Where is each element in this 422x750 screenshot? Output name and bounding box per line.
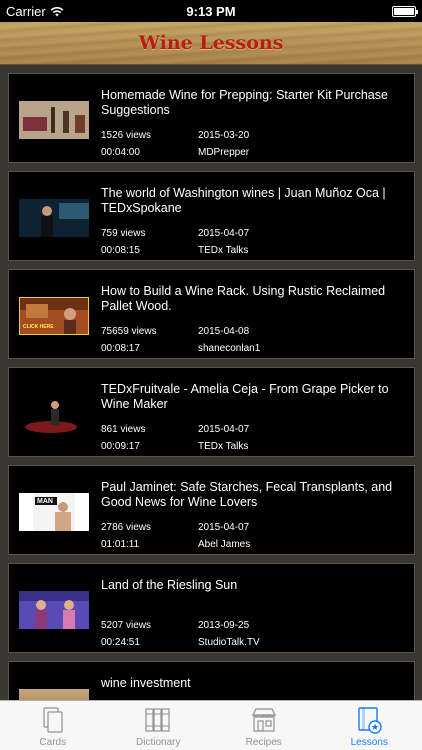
lesson-title: TEDxFruitvale - Amelia Ceja - From Grape… <box>101 382 389 411</box>
lesson-card[interactable]: CLICK HERE How to Build a Wine Rack. Usi… <box>8 269 415 359</box>
thumbnail-image <box>19 591 89 629</box>
lesson-card[interactable]: The world of Washington wines | Juan Muñ… <box>8 171 415 261</box>
lesson-card[interactable]: Homemade Wine for Prepping: Starter Kit … <box>8 73 415 163</box>
cards-icon <box>43 707 63 733</box>
thumbnail-image <box>19 395 89 433</box>
video-duration: 00:09:17 <box>101 441 140 452</box>
lesson-title: The world of Washington wines | Juan Muñ… <box>101 186 386 215</box>
status-left: Carrier <box>6 4 64 19</box>
channel-name: TEDx Talks <box>198 245 249 256</box>
video-thumbnail <box>19 591 89 629</box>
thumbnail-image <box>19 101 89 139</box>
thumbnail-caption: MAN <box>37 498 53 505</box>
thumbnail-image <box>19 199 89 237</box>
nav-header: Wine Lessons <box>0 22 422 65</box>
video-duration: 01:01:11 <box>101 539 140 550</box>
thumbnail-image <box>19 493 89 531</box>
lesson-title: wine investment <box>101 676 191 690</box>
view-count: 759 views <box>101 228 146 239</box>
lesson-card[interactable]: Land of the Riesling Sun 5207 views 2013… <box>8 563 415 653</box>
view-count: 5207 views <box>101 620 152 631</box>
page-title: Wine Lessons <box>138 32 284 54</box>
tab-label: Cards <box>39 737 67 748</box>
video-thumbnail <box>19 395 89 433</box>
view-count: 75659 views <box>101 326 157 337</box>
lesson-card[interactable]: MAN Paul Jaminet: Safe Starches, Fecal T… <box>8 465 415 555</box>
lessons-icon <box>358 707 382 734</box>
channel-name: StudioTalk.TV <box>198 637 260 648</box>
tab-label: Lessons <box>350 737 388 748</box>
video-duration: 00:04:00 <box>101 147 140 158</box>
publish-date: 2015-04-08 <box>198 326 250 337</box>
video-duration: 00:24:51 <box>101 637 140 648</box>
channel-name: MDPrepper <box>198 147 250 158</box>
tab-lessons[interactable]: Lessons <box>317 701 422 750</box>
lesson-list[interactable]: Homemade Wine for Prepping: Starter Kit … <box>0 66 422 700</box>
lesson-card[interactable]: TEDxFruitvale - Amelia Ceja - From Grape… <box>8 367 415 457</box>
view-count: 861 views <box>101 424 146 435</box>
video-thumbnail <box>19 689 89 700</box>
tab-bar: Cards Dictionary Recipes Lessons <box>0 700 422 750</box>
tab-recipes[interactable]: Recipes <box>211 701 317 750</box>
video-thumbnail: CLICK HERE <box>19 297 89 335</box>
tab-label: Dictionary <box>136 737 181 748</box>
channel-name: shaneconlan1 <box>198 343 261 354</box>
battery-fill <box>394 7 414 15</box>
store-icon <box>251 708 276 732</box>
video-thumbnail: MAN <box>19 493 89 531</box>
lesson-title: Paul Jaminet: Safe Starches, Fecal Trans… <box>101 480 393 509</box>
view-count: 1526 views <box>101 130 152 141</box>
books-icon <box>145 708 170 732</box>
carrier-label: Carrier <box>6 3 46 19</box>
status-bar: Carrier 9:13 PM <box>0 0 422 22</box>
lesson-title: How to Build a Wine Rack. Using Rustic R… <box>101 284 386 313</box>
lesson-title: Homemade Wine for Prepping: Starter Kit … <box>101 88 388 117</box>
channel-name: Abel James <box>198 539 251 550</box>
video-thumbnail <box>19 199 89 237</box>
publish-date: 2015-04-07 <box>198 228 250 239</box>
tab-label: Recipes <box>245 737 282 748</box>
video-duration: 00:08:15 <box>101 245 140 256</box>
lesson-card[interactable]: wine investment <box>8 661 415 700</box>
publish-date: 2015-04-07 <box>198 424 250 435</box>
battery-icon <box>392 5 418 17</box>
publish-date: 2013-09-25 <box>198 620 250 631</box>
tab-dictionary[interactable]: Dictionary <box>106 701 212 750</box>
publish-date: 2015-03-20 <box>198 130 250 141</box>
video-duration: 00:08:17 <box>101 343 140 354</box>
channel-name: TEDx Talks <box>198 441 249 452</box>
thumbnail-caption: CLICK HERE <box>23 324 54 330</box>
status-right <box>392 5 418 17</box>
publish-date: 2015-04-07 <box>198 522 250 533</box>
wifi-icon <box>50 6 64 16</box>
tab-cards[interactable]: Cards <box>0 701 106 750</box>
view-count: 2786 views <box>101 522 152 533</box>
video-thumbnail <box>19 101 89 139</box>
lesson-title: Land of the Riesling Sun <box>101 578 238 592</box>
